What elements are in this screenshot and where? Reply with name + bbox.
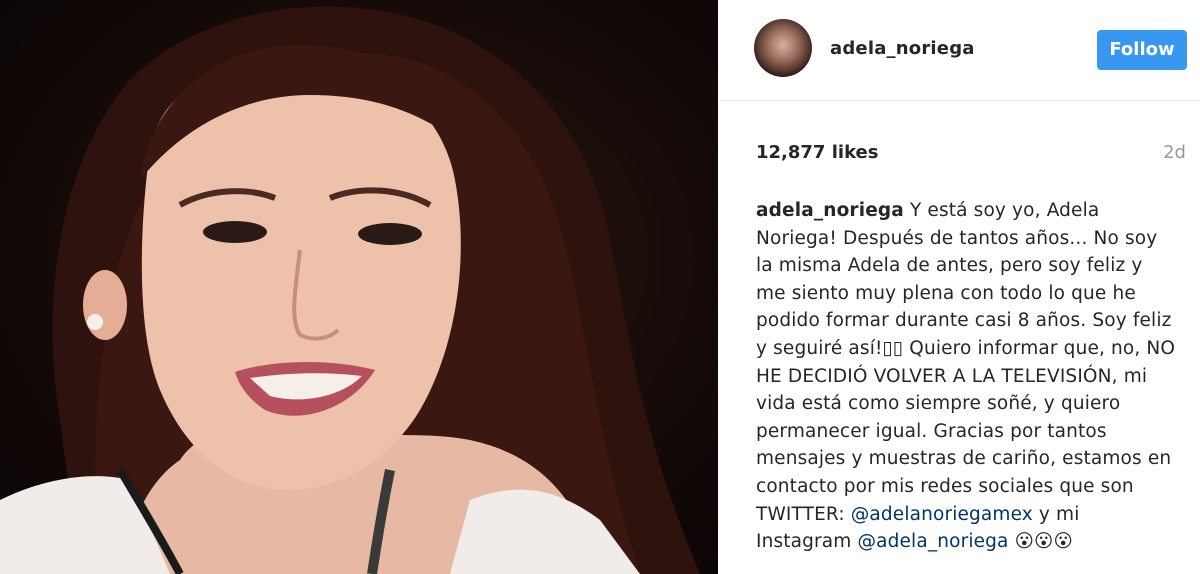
post-details-panel: adela_noriega Follow 12,877 likes 2d ade… <box>720 0 1200 574</box>
username-link[interactable]: adela_noriega <box>830 38 975 59</box>
caption-emoji: 😮😮😮 <box>1008 531 1073 553</box>
portrait-image <box>0 6 700 574</box>
mention-instagram[interactable]: @adela_noriega <box>858 531 1009 552</box>
avatar[interactable] <box>754 19 812 77</box>
post-header: adela_noriega Follow <box>720 0 1200 101</box>
likes-count[interactable]: 12,877 likes <box>756 142 878 163</box>
post-age[interactable]: 2d <box>1163 142 1186 163</box>
caption-text: Y está soy yo, Adela Noriega! Después de… <box>756 200 1176 525</box>
post-photo[interactable] <box>0 0 718 574</box>
follow-button[interactable]: Follow <box>1097 30 1187 70</box>
caption-username[interactable]: adela_noriega <box>756 200 904 221</box>
post-caption: adela_noriega Y está soy yo, Adela Norie… <box>756 197 1176 556</box>
mention-twitter[interactable]: @adelanoriegamex <box>851 504 1033 525</box>
